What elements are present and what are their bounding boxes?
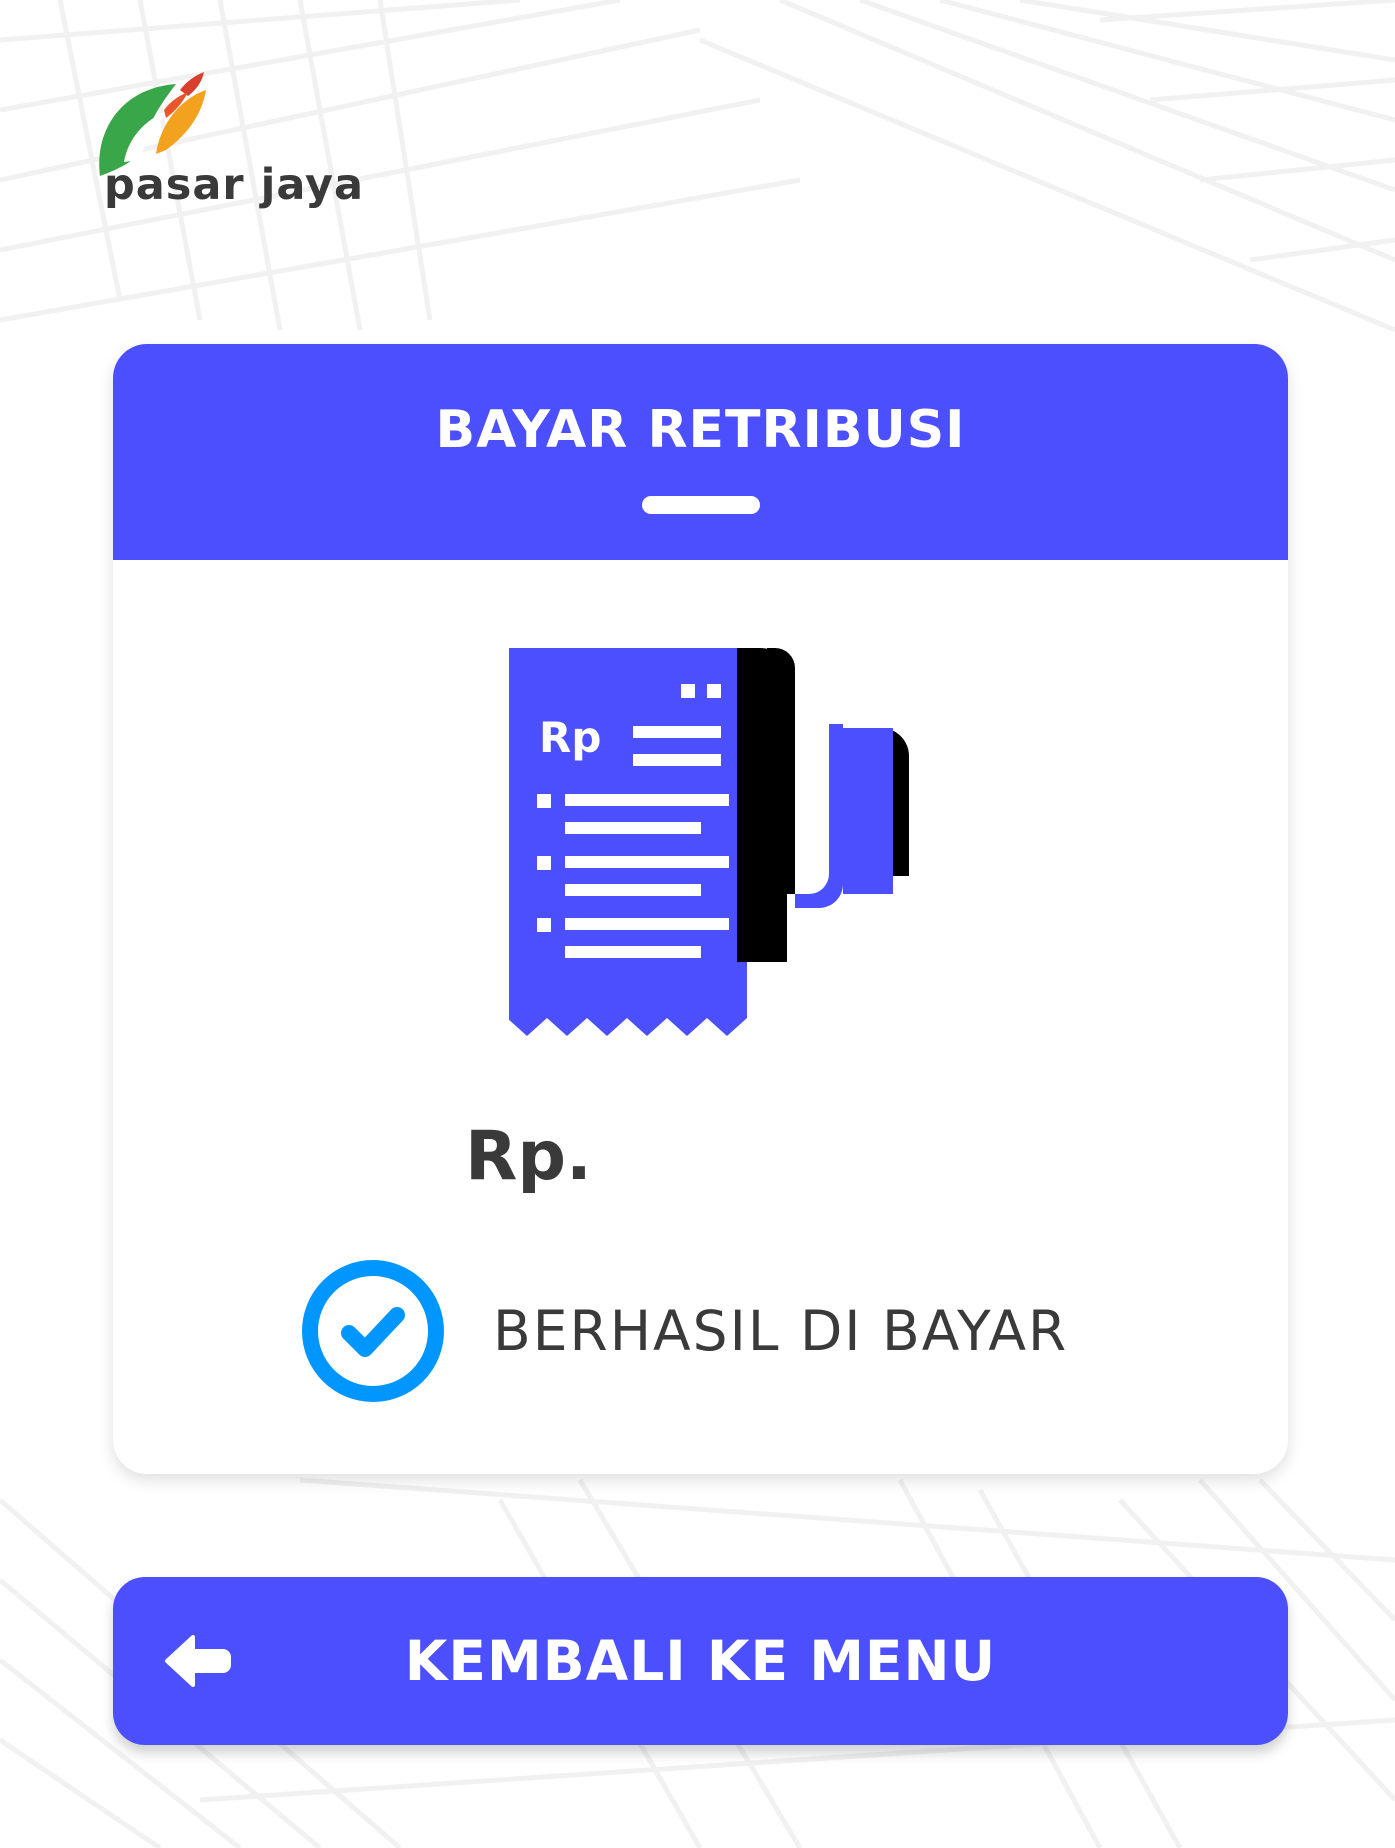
card-header: BAYAR RETRIBUSI: [113, 344, 1288, 560]
back-button-label: KEMBALI KE MENU: [404, 1629, 997, 1693]
payment-status: BERHASIL DI BAYAR: [301, 1259, 1068, 1403]
receipt-label: Rp: [539, 713, 601, 762]
payment-card: BAYAR RETRIBUSI Rp Rp. BERHASIL DI BAYAR: [113, 344, 1288, 1474]
check-circle-icon: [302, 1260, 444, 1402]
status-text: BERHASIL DI BAYAR: [493, 1299, 1069, 1363]
receipt-icon: Rp: [509, 648, 909, 1036]
title-underline: [641, 496, 760, 514]
payment-amount: Rp.: [465, 1117, 592, 1196]
card-title: BAYAR RETRIBUSI: [435, 400, 966, 460]
brand-name: pasar jaya: [104, 160, 365, 210]
back-to-menu-button[interactable]: KEMBALI KE MENU: [113, 1577, 1288, 1745]
pasar-jaya-logo: pasar jaya: [90, 70, 363, 220]
payment-success-screen: pasar jaya BAYAR RETRIBUSI Rp Rp. BERHAS…: [0, 0, 1395, 1848]
arrow-left-icon: [165, 1635, 231, 1687]
